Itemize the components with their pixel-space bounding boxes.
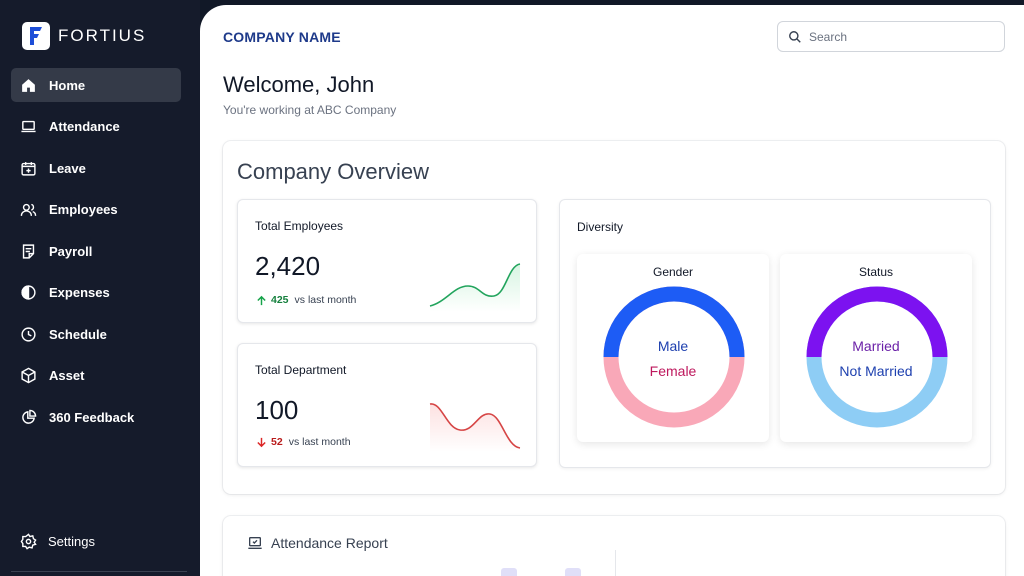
divider	[615, 550, 616, 576]
home-icon	[22, 78, 35, 92]
status-donut-chart	[806, 286, 948, 428]
welcome-subtitle: You're working at ABC Company	[223, 103, 397, 117]
sidebar-item-home[interactable]: Home	[11, 68, 181, 102]
attendance-report-card: Attendance Report	[223, 516, 1005, 576]
delta-suffix: vs last month	[288, 436, 351, 448]
sidebar-item-360-feedback[interactable]: 360 Feedback	[11, 400, 181, 434]
total-department-card[interactable]: Total Department 100 52 vs last month	[237, 343, 537, 467]
status-donut-card[interactable]: Status Married Not Married	[780, 254, 972, 442]
stat-label: Total Employees	[255, 219, 344, 233]
settings-label: Settings	[48, 534, 95, 549]
overview-title: Company Overview	[237, 159, 429, 184]
arrow-up-icon	[257, 295, 266, 305]
sidebar-item-attendance[interactable]: Attendance	[11, 110, 181, 144]
main-panel: COMPANY NAME Welcome, John You're workin…	[200, 5, 1024, 576]
clock-icon	[21, 326, 36, 342]
users-icon	[20, 203, 37, 216]
gender-donut-chart	[603, 286, 745, 428]
total-employees-card[interactable]: Total Employees 2,420 425 vs last month	[237, 199, 537, 323]
stat-label: Total Department	[255, 363, 347, 377]
sidebar-item-settings[interactable]: Settings	[20, 533, 95, 550]
sidebar: FORTIUS Home Attendance Leave Employees …	[0, 0, 200, 576]
pie-half-icon	[21, 285, 36, 300]
employees-sparkline	[429, 263, 521, 312]
arrow-down-icon	[257, 437, 266, 447]
chart-bar	[501, 568, 517, 576]
delta-suffix: vs last month	[294, 294, 357, 306]
sidebar-item-label: Expenses	[49, 285, 110, 300]
stat-delta: 52 vs last month	[256, 436, 351, 448]
welcome-heading: Welcome, John	[223, 72, 375, 97]
sidebar-divider	[11, 571, 187, 572]
company-name: COMPANY NAME	[223, 29, 341, 45]
sidebar-item-label: Asset	[49, 368, 85, 383]
donut-label-female: Female	[649, 363, 697, 379]
diversity-card: Diversity Gender Male Female Status Marr…	[559, 199, 991, 468]
fortius-logo-icon	[22, 22, 50, 50]
sidebar-item-leave[interactable]: Leave	[11, 151, 181, 185]
sidebar-item-label: Schedule	[49, 326, 107, 342]
sidebar-item-label: 360 Feedback	[49, 409, 135, 425]
sidebar-nav: Home Attendance Leave Employees Payroll …	[11, 68, 181, 442]
attendance-title-label: Attendance Report	[271, 535, 388, 551]
stat-delta: 425 vs last month	[256, 294, 356, 306]
laptop-icon	[21, 120, 36, 133]
department-sparkline	[429, 403, 521, 452]
stat-value: 100	[255, 395, 299, 425]
search-box[interactable]	[777, 21, 1005, 52]
document-icon	[22, 243, 35, 259]
search-icon	[789, 30, 801, 43]
donut-label-not-married: Not Married	[839, 363, 913, 379]
sidebar-item-schedule[interactable]: Schedule	[11, 317, 181, 351]
stat-value: 2,420	[255, 251, 321, 281]
sidebar-item-asset[interactable]: Asset	[11, 359, 181, 393]
pie-chart-icon	[22, 409, 37, 424]
sidebar-item-payroll[interactable]: Payroll	[11, 234, 181, 268]
sidebar-item-label: Employees	[49, 202, 118, 217]
delta-value: 425	[271, 294, 289, 306]
box-icon	[21, 367, 36, 384]
brand-name: FORTIUS	[58, 26, 147, 45]
donut-title: Status	[858, 265, 894, 279]
search-input[interactable]	[809, 29, 989, 44]
sidebar-item-expenses[interactable]: Expenses	[11, 276, 181, 310]
donut-title: Gender	[652, 265, 694, 279]
delta-value: 52	[271, 436, 283, 448]
laptop-check-icon	[248, 537, 262, 549]
calendar-plus-icon	[21, 161, 36, 176]
sidebar-item-label: Leave	[49, 160, 86, 176]
diversity-label: Diversity	[577, 220, 624, 234]
company-overview-card: Company Overview Total Employees 2,420 4…	[223, 141, 1005, 494]
donut-label-married: Married	[852, 338, 900, 354]
gear-icon	[20, 533, 37, 550]
gender-donut-card[interactable]: Gender Male Female	[577, 254, 769, 442]
brand-logo[interactable]: FORTIUS	[22, 22, 146, 50]
attendance-report-title: Attendance Report	[247, 535, 388, 551]
sidebar-item-label: Payroll	[49, 243, 93, 259]
sidebar-item-employees[interactable]: Employees	[11, 193, 181, 227]
donut-label-male: Male	[657, 338, 689, 354]
sidebar-item-label: Attendance	[49, 119, 120, 134]
sidebar-item-label: Home	[49, 77, 86, 93]
chart-bar	[565, 568, 581, 576]
